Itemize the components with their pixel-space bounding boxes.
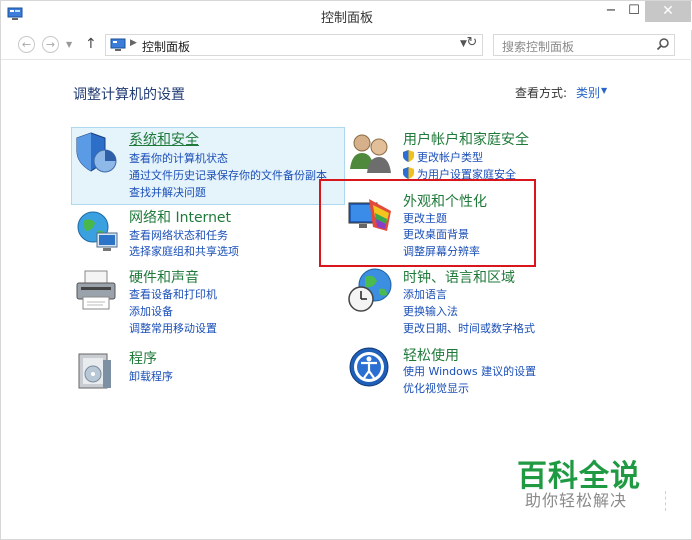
window-title: 控制面板 [320, 11, 373, 26]
title-bar: 控制面板 − ☐ ✕ [1, 1, 692, 30]
clock-globe-icon[interactable] [347, 267, 395, 315]
maximize-button[interactable]: ☐ [623, 1, 645, 22]
category-link[interactable]: 查看你的计算机状态 [129, 150, 228, 166]
category-link[interactable]: 更换输入法 [403, 303, 458, 319]
network-icon[interactable] [73, 207, 121, 255]
view-by-dropdown[interactable]: 类别 [576, 84, 600, 101]
control-panel-icon [110, 38, 126, 51]
recent-locations-icon[interactable]: ▼ [66, 40, 72, 49]
programs-icon[interactable] [73, 348, 121, 396]
category-link[interactable]: 使用 Windows 建议的设置 [403, 363, 536, 379]
address-bar: ← → ▼ ↑ ▶ 控制面板 ▼ ↻ 搜索控制面板 [1, 30, 692, 60]
shield-icon[interactable] [73, 129, 121, 177]
forward-button[interactable]: → [42, 36, 59, 53]
category-link[interactable]: 查看设备和打印机 [129, 286, 217, 302]
breadcrumb[interactable]: 控制面板 [142, 38, 190, 55]
chevron-down-icon[interactable]: ▼ [601, 86, 607, 95]
chevron-right-icon[interactable]: ▶ [130, 38, 137, 48]
category-title[interactable]: 系统和安全 [129, 129, 199, 149]
category-title[interactable]: 程序 [129, 348, 157, 368]
search-input[interactable]: 搜索控制面板 [493, 34, 675, 56]
category-link[interactable]: 选择家庭组和共享选项 [129, 243, 239, 259]
minimize-button[interactable]: − [597, 1, 625, 22]
category-link[interactable]: 通过文件历史记录保存你的文件备份副本 [129, 167, 327, 183]
category-title[interactable]: 用户帐户和家庭安全 [403, 129, 529, 149]
category-title[interactable]: 时钟、语言和区域 [403, 267, 515, 287]
search-placeholder: 搜索控制面板 [502, 40, 575, 54]
control-panel-window: 控制面板 − ☐ ✕ ← → ▼ ↑ ▶ 控制面板 ▼ ↻ 搜索控制面板 调整计… [0, 0, 692, 540]
category-link[interactable]: 更改帐户类型 [403, 149, 483, 165]
search-icon[interactable] [656, 37, 670, 51]
back-button[interactable]: ← [18, 36, 35, 53]
page-title: 调整计算机的设置 [73, 87, 185, 103]
highlight-annotation-box [319, 179, 536, 267]
view-by-label: 查看方式: [515, 86, 568, 100]
category-title[interactable]: 轻松使用 [403, 345, 459, 365]
resize-grip [665, 491, 668, 511]
uac-shield-icon [403, 150, 414, 162]
watermark-subtitle: 助你轻松解决 [525, 491, 628, 510]
users-icon[interactable] [347, 129, 395, 177]
uac-shield-icon [403, 167, 414, 179]
category-link[interactable]: 卸载程序 [129, 368, 173, 384]
close-button[interactable]: ✕ [645, 1, 691, 22]
path-box[interactable]: ▶ 控制面板 ▼ [105, 34, 483, 56]
category-link[interactable]: 查看网络状态和任务 [129, 227, 228, 243]
refresh-button[interactable]: ↻ [462, 35, 482, 55]
category-title[interactable]: 网络和 Internet [129, 207, 231, 227]
category-link[interactable]: 更改日期、时间或数字格式 [403, 320, 535, 336]
category-link[interactable]: 调整常用移动设置 [129, 320, 217, 336]
up-button[interactable]: ↑ [85, 36, 97, 52]
printer-icon[interactable] [73, 267, 121, 315]
category-title[interactable]: 硬件和声音 [129, 267, 199, 287]
category-link[interactable]: 优化视觉显示 [403, 380, 469, 396]
category-link[interactable]: 添加语言 [403, 286, 447, 302]
category-link[interactable]: 查找并解决问题 [129, 184, 206, 200]
category-link[interactable]: 添加设备 [129, 303, 173, 319]
category-link-label: 更改帐户类型 [417, 151, 483, 164]
ease-of-access-icon[interactable] [347, 345, 395, 393]
